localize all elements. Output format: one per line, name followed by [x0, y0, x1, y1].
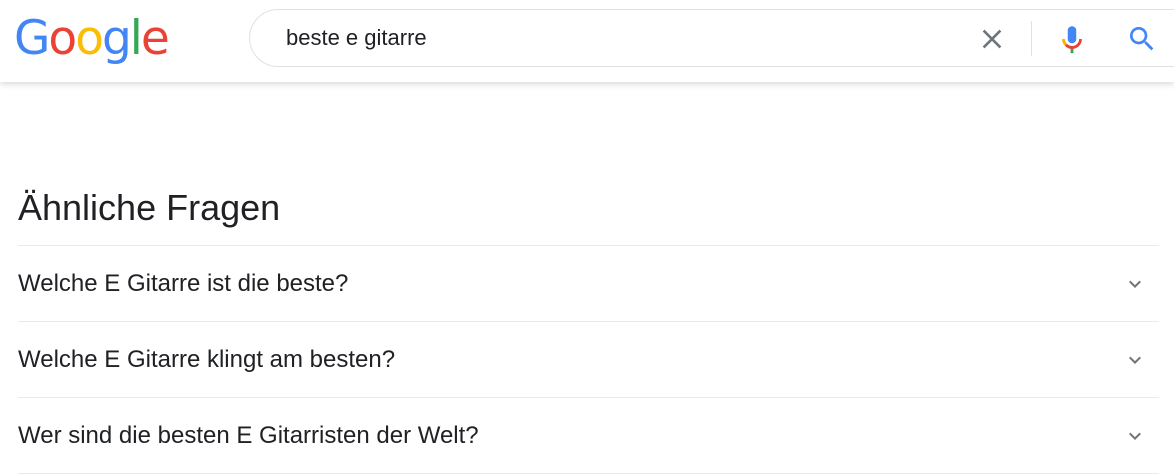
search-button[interactable] [1126, 23, 1158, 55]
search-divider [1031, 21, 1032, 56]
chevron-down-icon [1129, 356, 1141, 364]
voice-search-button[interactable] [1055, 22, 1089, 56]
search-header: Google [0, 0, 1174, 82]
search-icon [1130, 27, 1154, 51]
logo-letter: l [129, 11, 143, 66]
search-input[interactable] [286, 10, 936, 66]
chevron-down-icon [1129, 280, 1141, 288]
question-text: Wer sind die besten E Gitarristen der We… [18, 422, 479, 449]
google-logo[interactable]: Google [14, 10, 170, 68]
logo-letter: G [14, 11, 50, 66]
question-item[interactable]: Wer sind die besten E Gitarristen der We… [18, 398, 1159, 474]
question-item[interactable]: Welche E Gitarre klingt am besten? [18, 322, 1159, 398]
question-text: Welche E Gitarre klingt am besten? [18, 346, 396, 373]
microphone-icon [1062, 26, 1082, 54]
question-item[interactable]: Welche E Gitarre ist die beste? [18, 246, 1159, 322]
chevron-down-icon [1129, 432, 1141, 440]
question-list: Welche E Gitarre ist die beste? Welche E… [18, 245, 1159, 474]
question-text: Welche E Gitarre ist die beste? [18, 270, 349, 297]
logo-letter: o [48, 11, 77, 66]
logo-letter: o [75, 11, 104, 66]
clear-search-button[interactable] [976, 23, 1008, 55]
logo-letter: e [140, 11, 170, 66]
close-icon [982, 29, 1002, 49]
search-box [249, 9, 1174, 67]
section-title: Ähnliche Fragen [18, 187, 281, 228]
logo-letter: g [101, 11, 132, 66]
